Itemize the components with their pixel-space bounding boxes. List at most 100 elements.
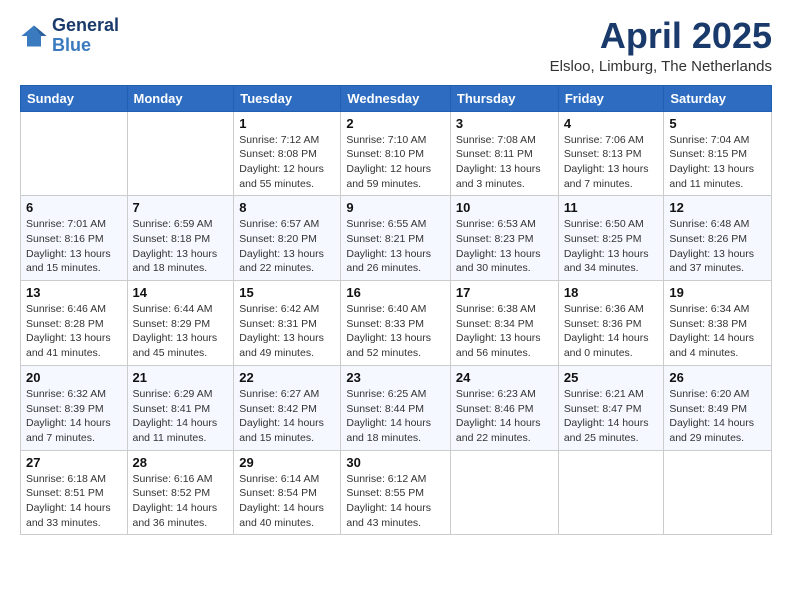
weekday-header-saturday: Saturday <box>664 85 772 111</box>
day-number: 17 <box>456 285 553 300</box>
day-number: 21 <box>133 370 229 385</box>
day-number: 18 <box>564 285 659 300</box>
calendar-cell <box>558 450 664 535</box>
day-info: Sunrise: 6:46 AMSunset: 8:28 PMDaylight:… <box>26 302 122 361</box>
calendar-cell: 26Sunrise: 6:20 AMSunset: 8:49 PMDayligh… <box>664 365 772 450</box>
day-number: 22 <box>239 370 335 385</box>
calendar-cell: 24 Sunrise: 6:23 AMSunset: 8:46 PMDayligh… <box>450 365 558 450</box>
logo-text-blue: Blue <box>52 36 119 56</box>
day-info: Sunrise: 7:08 AMSunset: 8:11 PMDaylight:… <box>456 133 553 192</box>
day-info: Sunrise: 6:27 AMSunset: 8:42 PMDaylight:… <box>239 387 335 446</box>
calendar-cell: 9 Sunrise: 6:55 AMSunset: 8:21 PMDaylight… <box>341 196 451 281</box>
day-number: 11 <box>564 200 659 215</box>
day-info: Sunrise: 6:21 AMSunset: 8:47 PMDaylight:… <box>564 387 659 446</box>
calendar-header-row: SundayMondayTuesdayWednesdayThursdayFrid… <box>21 85 772 111</box>
day-info: Sunrise: 7:12 AMSunset: 8:08 PMDaylight:… <box>239 133 335 192</box>
calendar-cell <box>664 450 772 535</box>
day-info: Sunrise: 6:57 AMSunset: 8:20 PMDaylight:… <box>239 217 335 276</box>
calendar-week-2: 6 Sunrise: 7:01 AMSunset: 8:16 PMDaylight… <box>21 196 772 281</box>
subtitle: Elsloo, Limburg, The Netherlands <box>550 58 772 75</box>
day-info: Sunrise: 6:29 AMSunset: 8:41 PMDaylight:… <box>133 387 229 446</box>
calendar-cell: 16Sunrise: 6:40 AMSunset: 8:33 PMDayligh… <box>341 281 451 366</box>
day-number: 20 <box>26 370 122 385</box>
weekday-header-sunday: Sunday <box>21 85 128 111</box>
calendar-cell: 19 Sunrise: 6:34 AMSunset: 8:38 PMDayligh… <box>664 281 772 366</box>
calendar-week-3: 13 Sunrise: 6:46 AMSunset: 8:28 PMDayligh… <box>21 281 772 366</box>
day-info: Sunrise: 6:18 AMSunset: 8:51 PMDaylight:… <box>26 472 122 531</box>
day-info: Sunrise: 6:42 AMSunset: 8:31 PMDaylight:… <box>239 302 335 361</box>
calendar-cell: 27 Sunrise: 6:18 AMSunset: 8:51 PMDayligh… <box>21 450 128 535</box>
day-info: Sunrise: 7:10 AMSunset: 8:10 PMDaylight:… <box>346 133 445 192</box>
calendar-cell: 7 Sunrise: 6:59 AMSunset: 8:18 PMDaylight… <box>127 196 234 281</box>
calendar-week-5: 27 Sunrise: 6:18 AMSunset: 8:51 PMDayligh… <box>21 450 772 535</box>
day-number: 14 <box>133 285 229 300</box>
day-number: 27 <box>26 455 122 470</box>
day-number: 7 <box>133 200 229 215</box>
calendar-cell: 3 Sunrise: 7:08 AMSunset: 8:11 PMDaylight… <box>450 111 558 196</box>
calendar-cell: 30 Sunrise: 6:12 AMSunset: 8:55 PMDayligh… <box>341 450 451 535</box>
weekday-header-wednesday: Wednesday <box>341 85 451 111</box>
logo-text-general: General <box>52 16 119 36</box>
calendar-cell: 15 Sunrise: 6:42 AMSunset: 8:31 PMDayligh… <box>234 281 341 366</box>
calendar-cell <box>450 450 558 535</box>
day-number: 25 <box>564 370 659 385</box>
day-info: Sunrise: 6:25 AMSunset: 8:44 PMDaylight:… <box>346 387 445 446</box>
day-info: Sunrise: 6:59 AMSunset: 8:18 PMDaylight:… <box>133 217 229 276</box>
day-info: Sunrise: 6:23 AMSunset: 8:46 PMDaylight:… <box>456 387 553 446</box>
calendar-cell: 5Sunrise: 7:04 AMSunset: 8:15 PMDaylight… <box>664 111 772 196</box>
calendar-cell: 2 Sunrise: 7:10 AMSunset: 8:10 PMDaylight… <box>341 111 451 196</box>
logo: General Blue <box>20 16 119 56</box>
day-info: Sunrise: 6:44 AMSunset: 8:29 PMDaylight:… <box>133 302 229 361</box>
calendar-week-4: 20Sunrise: 6:32 AMSunset: 8:39 PMDayligh… <box>21 365 772 450</box>
weekday-header-thursday: Thursday <box>450 85 558 111</box>
day-number: 10 <box>456 200 553 215</box>
calendar-cell: 28 Sunrise: 6:16 AMSunset: 8:52 PMDayligh… <box>127 450 234 535</box>
day-info: Sunrise: 6:38 AMSunset: 8:34 PMDaylight:… <box>456 302 553 361</box>
day-info: Sunrise: 7:06 AMSunset: 8:13 PMDaylight:… <box>564 133 659 192</box>
day-number: 23 <box>346 370 445 385</box>
main-title: April 2025 <box>550 16 772 56</box>
calendar-cell <box>21 111 128 196</box>
day-info: Sunrise: 6:14 AMSunset: 8:54 PMDaylight:… <box>239 472 335 531</box>
calendar-cell: 20Sunrise: 6:32 AMSunset: 8:39 PMDayligh… <box>21 365 128 450</box>
day-info: Sunrise: 6:55 AMSunset: 8:21 PMDaylight:… <box>346 217 445 276</box>
weekday-header-tuesday: Tuesday <box>234 85 341 111</box>
calendar-cell: 1Sunrise: 7:12 AMSunset: 8:08 PMDaylight… <box>234 111 341 196</box>
day-number: 24 <box>456 370 553 385</box>
day-number: 29 <box>239 455 335 470</box>
day-number: 4 <box>564 116 659 131</box>
day-info: Sunrise: 6:36 AMSunset: 8:36 PMDaylight:… <box>564 302 659 361</box>
day-info: Sunrise: 6:20 AMSunset: 8:49 PMDaylight:… <box>669 387 766 446</box>
day-number: 30 <box>346 455 445 470</box>
day-number: 16 <box>346 285 445 300</box>
day-number: 9 <box>346 200 445 215</box>
calendar-cell: 12Sunrise: 6:48 AMSunset: 8:26 PMDayligh… <box>664 196 772 281</box>
calendar-cell: 13 Sunrise: 6:46 AMSunset: 8:28 PMDayligh… <box>21 281 128 366</box>
weekday-header-monday: Monday <box>127 85 234 111</box>
day-number: 2 <box>346 116 445 131</box>
day-number: 19 <box>669 285 766 300</box>
calendar-cell: 23 Sunrise: 6:25 AMSunset: 8:44 PMDayligh… <box>341 365 451 450</box>
day-info: Sunrise: 6:34 AMSunset: 8:38 PMDaylight:… <box>669 302 766 361</box>
day-number: 15 <box>239 285 335 300</box>
calendar-cell: 29 Sunrise: 6:14 AMSunset: 8:54 PMDayligh… <box>234 450 341 535</box>
calendar-cell: 18 Sunrise: 6:36 AMSunset: 8:36 PMDayligh… <box>558 281 664 366</box>
day-number: 13 <box>26 285 122 300</box>
weekday-header-friday: Friday <box>558 85 664 111</box>
day-info: Sunrise: 7:01 AMSunset: 8:16 PMDaylight:… <box>26 217 122 276</box>
day-number: 8 <box>239 200 335 215</box>
day-info: Sunrise: 6:12 AMSunset: 8:55 PMDaylight:… <box>346 472 445 531</box>
day-number: 28 <box>133 455 229 470</box>
day-info: Sunrise: 6:50 AMSunset: 8:25 PMDaylight:… <box>564 217 659 276</box>
calendar-week-1: 1Sunrise: 7:12 AMSunset: 8:08 PMDaylight… <box>21 111 772 196</box>
calendar-cell: 10Sunrise: 6:53 AMSunset: 8:23 PMDayligh… <box>450 196 558 281</box>
day-number: 6 <box>26 200 122 215</box>
calendar-cell: 21 Sunrise: 6:29 AMSunset: 8:41 PMDayligh… <box>127 365 234 450</box>
day-info: Sunrise: 6:16 AMSunset: 8:52 PMDaylight:… <box>133 472 229 531</box>
calendar-cell: 22 Sunrise: 6:27 AMSunset: 8:42 PMDayligh… <box>234 365 341 450</box>
calendar-table: SundayMondayTuesdayWednesdayThursdayFrid… <box>20 85 772 536</box>
day-number: 3 <box>456 116 553 131</box>
title-block: April 2025 Elsloo, Limburg, The Netherla… <box>550 16 772 75</box>
calendar-cell: 6 Sunrise: 7:01 AMSunset: 8:16 PMDaylight… <box>21 196 128 281</box>
day-info: Sunrise: 7:04 AMSunset: 8:15 PMDaylight:… <box>669 133 766 192</box>
